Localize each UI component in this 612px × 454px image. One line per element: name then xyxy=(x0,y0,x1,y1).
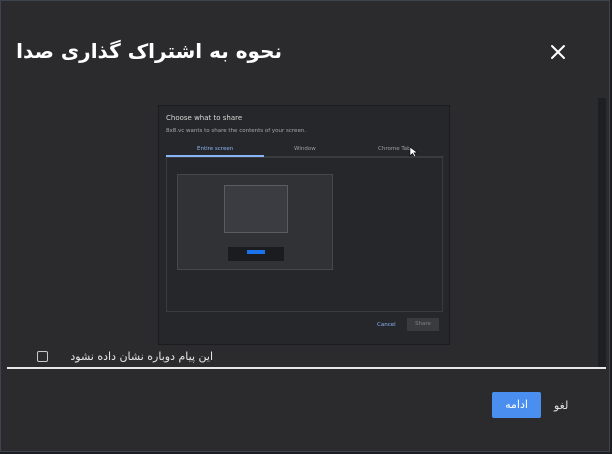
screenshot-thumbnail-window xyxy=(224,185,288,233)
screenshot-preview-pane xyxy=(166,157,443,312)
cancel-button[interactable]: لغو xyxy=(554,399,568,412)
scrollbar[interactable] xyxy=(598,98,606,368)
share-audio-dialog: نحوه به اشتراک گذاری صدا Choose what to … xyxy=(0,0,610,452)
continue-button[interactable]: ادامه xyxy=(492,392,541,418)
screenshot-title: Choose what to share xyxy=(166,114,243,122)
screenshot-thumbnail-highlight xyxy=(247,250,265,254)
screenshot-tab-entire-screen: Entire screen xyxy=(197,146,234,152)
screenshot-share-label: Share xyxy=(407,318,439,331)
dont-show-again-row: این پیام دوباره نشان داده نشود xyxy=(37,349,227,367)
dialog-title: نحوه به اشتراک گذاری صدا xyxy=(16,39,282,63)
screenshot-cancel-label: Cancel xyxy=(377,322,396,328)
screenshot-subtitle: 8x8.vc wants to share the contents of yo… xyxy=(166,128,307,134)
screenshot-tab-window: Window xyxy=(294,146,316,152)
screenshot-screen-thumbnail xyxy=(177,174,333,270)
dont-show-again-label: این پیام دوباره نشان داده نشود xyxy=(70,350,213,363)
close-button[interactable] xyxy=(549,43,567,61)
instruction-screenshot: Choose what to share 8x8.vc wants to sha… xyxy=(158,105,450,345)
dont-show-again-checkbox[interactable] xyxy=(37,351,48,362)
close-icon xyxy=(551,45,565,59)
mouse-cursor-icon xyxy=(409,146,419,158)
screenshot-tab-chrome-tab: Chrome Tab xyxy=(378,146,411,152)
